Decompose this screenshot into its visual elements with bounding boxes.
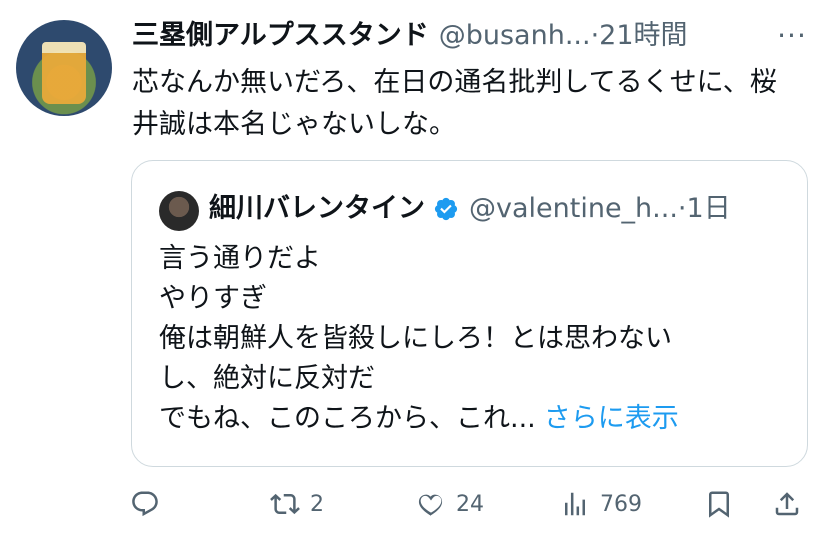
verified-badge-icon <box>434 197 458 221</box>
quoted-text-line: 俺は朝鮮人を皆殺しにしろ！とは思わない <box>159 323 672 354</box>
retweet-count: 2 <box>310 491 324 517</box>
like-button[interactable]: 24 <box>416 484 484 524</box>
tweet-text: 芯なんか無いだろ、在日の通名批判してるくせに、桜井誠は本名じゃないしな。 <box>132 67 777 140</box>
action-bar: 2 24 769 <box>130 484 810 524</box>
tweet-time[interactable]: 21時間 <box>599 18 687 54</box>
share-icon <box>775 492 799 516</box>
quoted-tweet-header: 細川バレンタイン @valentine_h... · 1日 <box>209 189 731 229</box>
quoted-text-truncated: でもね、このころから、これ... <box>159 403 536 434</box>
separator: · <box>590 20 600 51</box>
retweet-icon <box>270 493 300 515</box>
show-more-link[interactable]: さらに表示 <box>544 403 679 434</box>
quoted-text-line: やりすぎ <box>159 283 267 314</box>
quoted-text-line: 言う通りだよ <box>159 243 321 274</box>
heart-icon <box>418 494 443 516</box>
quoted-tweet-time[interactable]: 1日 <box>687 189 731 229</box>
quoted-author-handle[interactable]: @valentine_h... <box>469 189 678 229</box>
separator: · <box>677 193 687 224</box>
quoted-tweet-text: 言う通りだよ やりすぎ 俺は朝鮮人を皆殺しにしろ！とは思わない し、絶対に反対だ… <box>159 239 789 439</box>
bookmark-icon <box>709 491 729 518</box>
bookmark-button[interactable] <box>704 484 734 524</box>
quoted-text-line-last: でもね、このころから、これ... さらに表示 <box>159 399 789 439</box>
author-handle[interactable]: @busanh... <box>439 18 591 54</box>
quoted-author-name[interactable]: 細川バレンタイン <box>209 189 425 229</box>
more-icon[interactable]: ··· <box>772 18 812 54</box>
reply-icon <box>132 491 158 517</box>
quoted-tweet[interactable]: 細川バレンタイン @valentine_h... · 1日 言う通りだよ やりす… <box>131 160 808 467</box>
author-name[interactable]: 三塁側アルプススタンド <box>132 18 429 54</box>
like-count: 24 <box>456 491 484 517</box>
avatar-image <box>42 42 86 104</box>
quoted-author-avatar[interactable] <box>159 191 199 231</box>
author-avatar[interactable] <box>16 20 112 116</box>
quoted-text-line: し、絶対に反対だ <box>159 363 375 394</box>
reply-button[interactable] <box>130 484 160 524</box>
views-button[interactable]: 769 <box>560 484 642 524</box>
retweet-button[interactable]: 2 <box>270 484 324 524</box>
views-count: 769 <box>600 491 642 517</box>
share-button[interactable] <box>772 484 802 524</box>
tweet-header: 三塁側アルプススタンド @busanh... · 21時間 <box>132 18 688 54</box>
views-icon <box>565 492 585 516</box>
